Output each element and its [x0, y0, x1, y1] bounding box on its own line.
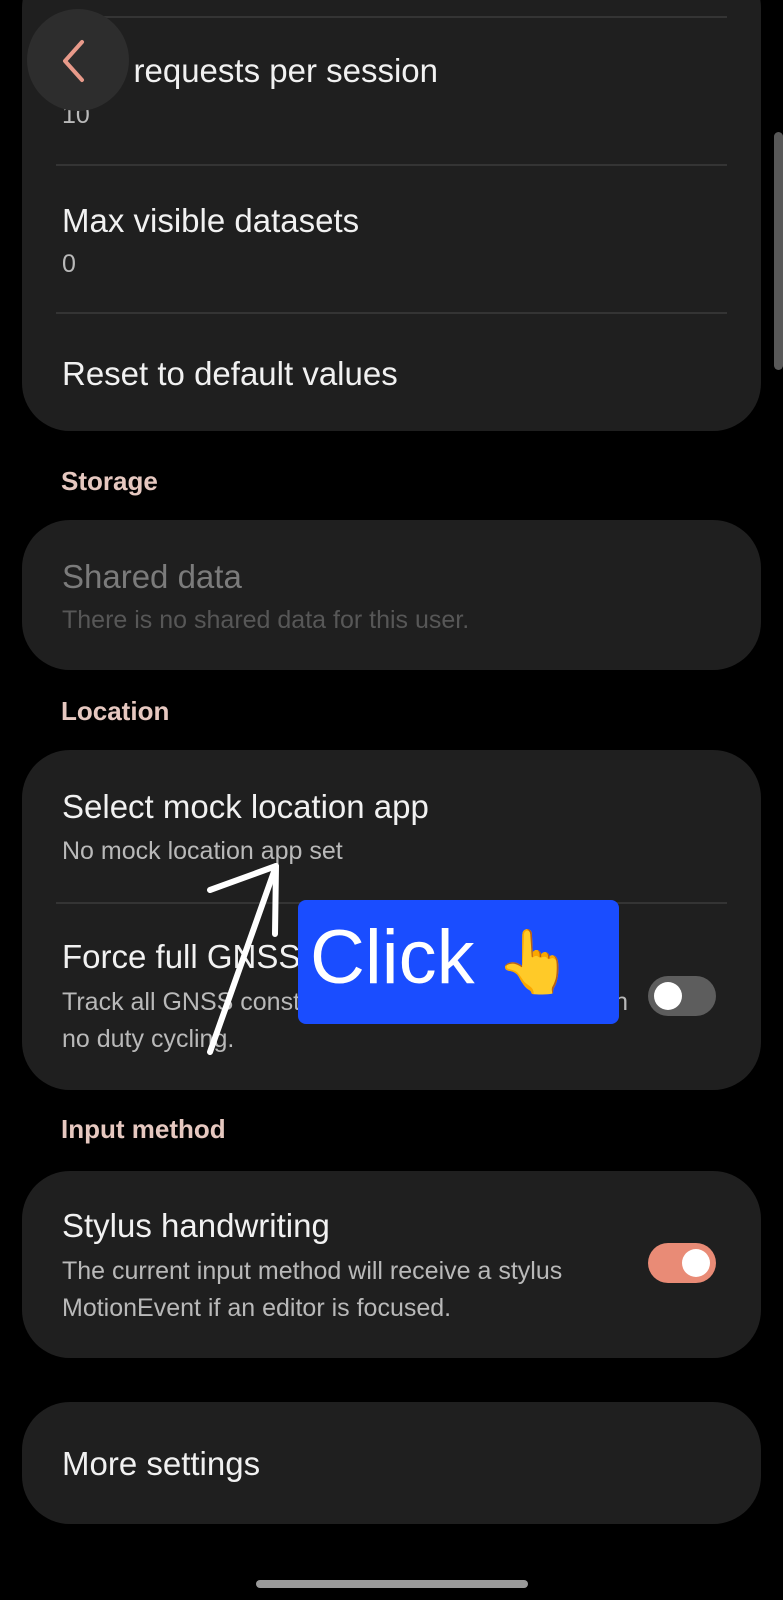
max-requests-row[interactable]: Max requests per session 10 — [22, 16, 761, 164]
pointing-hand-icon: 👆 — [495, 928, 573, 997]
back-button[interactable] — [27, 9, 129, 111]
section-header-storage: Storage — [61, 466, 158, 496]
storage-card: Shared data There is no shared data for … — [22, 520, 761, 670]
home-indicator — [256, 1580, 528, 1588]
toggle-knob — [682, 1249, 710, 1277]
max-visible-datasets-title: Max visible datasets — [62, 202, 360, 239]
section-header-input-method: Input method — [61, 1114, 226, 1144]
stylus-handwriting-title: Stylus handwriting — [62, 1207, 330, 1244]
annotation-arrow-icon — [207, 863, 279, 1055]
shared-data-title: Shared data — [62, 558, 242, 595]
input-method-card: Stylus handwriting The current input met… — [22, 1171, 761, 1358]
reset-defaults-row[interactable]: Reset to default values — [22, 312, 761, 431]
mock-location-row[interactable]: Select mock location app No mock locatio… — [22, 750, 761, 902]
more-settings-title: More settings — [62, 1445, 261, 1482]
stylus-handwriting-toggle[interactable] — [648, 1243, 716, 1283]
scrollbar[interactable] — [774, 132, 783, 370]
max-visible-datasets-row[interactable]: Max visible datasets 0 — [22, 164, 761, 312]
click-badge-text: Click 👆 — [310, 916, 573, 1005]
developer-options-card: Max requests per session 10 Max visible … — [22, 0, 761, 431]
stylus-handwriting-row[interactable]: Stylus handwriting The current input met… — [22, 1171, 761, 1358]
reset-defaults-title: Reset to default values — [62, 355, 398, 392]
chevron-left-icon — [63, 40, 84, 82]
force-gnss-toggle[interactable] — [648, 976, 716, 1016]
shared-data-row: Shared data There is no shared data for … — [22, 520, 761, 670]
stylus-handwriting-subtitle: The current input method will receive a … — [62, 1257, 563, 1322]
toggle-knob — [654, 982, 682, 1010]
shared-data-subtitle: There is no shared data for this user. — [62, 606, 470, 634]
click-badge: Click 👆 — [298, 900, 619, 1024]
mock-location-title: Select mock location app — [62, 788, 429, 825]
max-visible-datasets-value: 0 — [62, 250, 76, 278]
section-header-location: Location — [61, 696, 170, 726]
click-label: Click — [310, 915, 475, 1000]
more-settings-card[interactable]: More settings — [22, 1402, 761, 1524]
